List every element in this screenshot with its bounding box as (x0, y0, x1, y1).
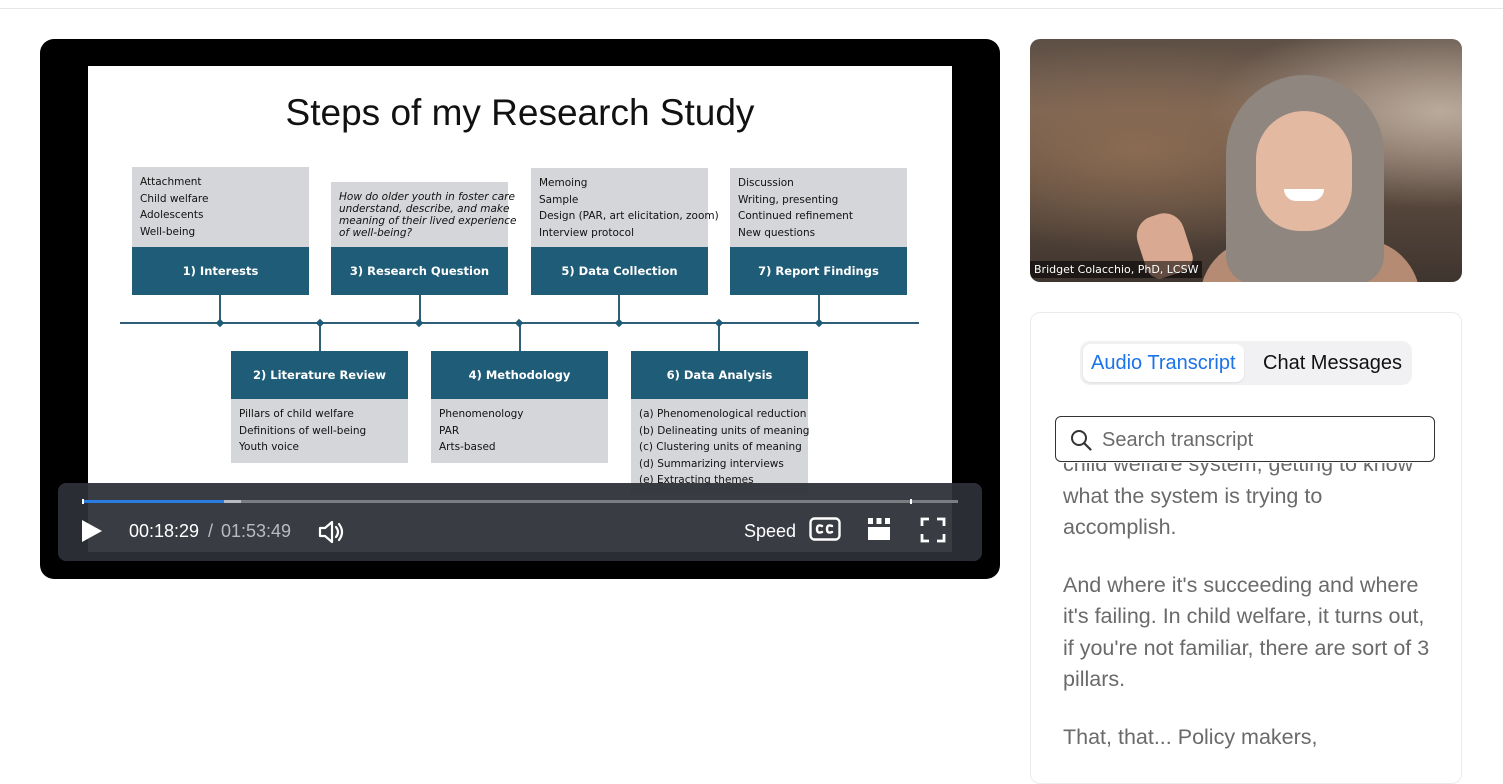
timeline-dot (514, 318, 524, 328)
transcript-panel: Audio Transcript Chat Messages child wel… (1030, 312, 1462, 784)
box-line: (c) Clustering units of meaning (639, 441, 802, 453)
box-line: Phenomenology (439, 408, 524, 420)
box-line: of well-being? (339, 227, 413, 239)
timeline-dot (814, 318, 824, 328)
step-interests: 1) Interests (132, 247, 309, 295)
speaker-smile (1284, 189, 1324, 201)
speaker-name-label: Bridget Colacchio, PhD, LCSW (1030, 261, 1203, 278)
box-line: Design (PAR, art elicitation, zoom) (539, 210, 719, 222)
progress-bar[interactable] (82, 499, 958, 504)
box-line: Memoing (539, 177, 588, 189)
speaker-face (1256, 111, 1352, 231)
box-line: (b) Delineating units of meaning (639, 424, 810, 437)
box-line: meaning of their lived experience (339, 215, 517, 227)
methodology-box: Phenomenology PAR Arts-based (431, 399, 608, 463)
box-line: Well-being (140, 225, 196, 238)
timeline-dot (714, 318, 724, 328)
transcript-paragraph[interactable]: That, that... Policy makers, (1063, 722, 1435, 754)
report-findings-box: Discussion Writing, presenting Continued… (730, 168, 907, 247)
total-time: 01:53:49 (221, 521, 292, 541)
speed-button[interactable]: Speed (744, 521, 796, 542)
search-input[interactable] (1100, 425, 1424, 455)
video-player[interactable]: Steps of my Research Study Attachment Ch… (40, 39, 1000, 579)
literature-review-box: Pillars of child welfare Definitions of … (231, 399, 408, 463)
box-line: PAR (439, 424, 460, 437)
box-line: How do older youth in foster care (339, 191, 515, 203)
tab-audio-transcript[interactable]: Audio Transcript (1083, 344, 1244, 382)
top-divider (0, 8, 1503, 9)
box-line: Child welfare (140, 192, 209, 205)
transcript-search (1055, 416, 1435, 462)
research-question-box: How do older youth in foster care unders… (331, 182, 517, 247)
interests-box: Attachment Child welfare Adolescents Wel… (132, 167, 309, 247)
box-line: Interview protocol (539, 226, 634, 239)
transcript-paragraph[interactable]: And where it's succeeding and where it's… (1063, 570, 1435, 696)
box-line: New questions (738, 226, 816, 239)
fullscreen-button[interactable] (920, 517, 946, 543)
box-line: Continued refinement (738, 210, 853, 222)
volume-button[interactable] (317, 518, 347, 546)
box-line: Youth voice (239, 441, 299, 453)
progress-played (82, 500, 224, 503)
box-line: Writing, presenting (738, 193, 839, 206)
fullscreen-icon (920, 517, 946, 543)
time-separator: / (208, 521, 214, 541)
play-icon (82, 520, 102, 542)
closed-captions-icon (809, 517, 841, 541)
chapters-icon (868, 518, 890, 540)
current-time: 00:18:29 (129, 521, 200, 541)
box-line: Attachment (140, 176, 202, 188)
tab-chat-messages[interactable]: Chat Messages (1255, 344, 1410, 382)
timeline-dot (414, 318, 424, 328)
timeline-dot (215, 318, 225, 328)
timeline-dot (315, 318, 325, 328)
progress-start-marker (82, 499, 84, 504)
captions-button[interactable] (809, 517, 841, 543)
search-icon (1071, 430, 1092, 451)
box-line: Adolescents (140, 209, 204, 221)
step-literature-review: 2) Literature Review (231, 351, 408, 399)
step-data-collection: 5) Data Collection (531, 247, 708, 295)
box-line: Sample (539, 193, 579, 206)
timeline-connector (519, 323, 521, 351)
step-methodology: 4) Methodology (431, 351, 608, 399)
data-analysis-box: (a) Phenomenological reduction (b) Delin… (631, 399, 810, 495)
box-line: Pillars of child welfare (239, 408, 354, 420)
transcript-paragraph[interactable]: child welfare system, getting to know wh… (1063, 463, 1435, 544)
box-line: understand, describe, and make (339, 203, 510, 215)
transcript-list[interactable]: child welfare system, getting to know wh… (1063, 463, 1435, 783)
box-line: Discussion (738, 177, 794, 189)
box-line: Definitions of well-being (239, 424, 367, 437)
box-line: (d) Summarizing interviews (639, 457, 784, 470)
box-line: Arts-based (439, 441, 496, 453)
slide-title: Steps of my Research Study (285, 92, 755, 133)
panel-tabs: Audio Transcript Chat Messages (1080, 341, 1412, 385)
player-controls: 00:18:29 / 01:53:49 Speed (58, 483, 982, 561)
presentation-slide: Steps of my Research Study Attachment Ch… (88, 66, 952, 552)
chapters-button[interactable] (866, 516, 892, 542)
step-research-question: 3) Research Question (331, 247, 508, 295)
progress-chapter-marker (910, 499, 912, 504)
box-line: (a) Phenomenological reduction (639, 408, 807, 420)
data-collection-box: Memoing Sample Design (PAR, art elicitat… (531, 168, 719, 247)
volume-icon (318, 520, 344, 544)
play-button[interactable] (78, 518, 104, 544)
speaker-video: Bridget Colacchio, PhD, LCSW (1030, 39, 1462, 282)
step-data-analysis: 6) Data Analysis (631, 351, 808, 399)
timeline-dot (614, 318, 624, 328)
step-report-findings: 7) Report Findings (730, 247, 907, 295)
